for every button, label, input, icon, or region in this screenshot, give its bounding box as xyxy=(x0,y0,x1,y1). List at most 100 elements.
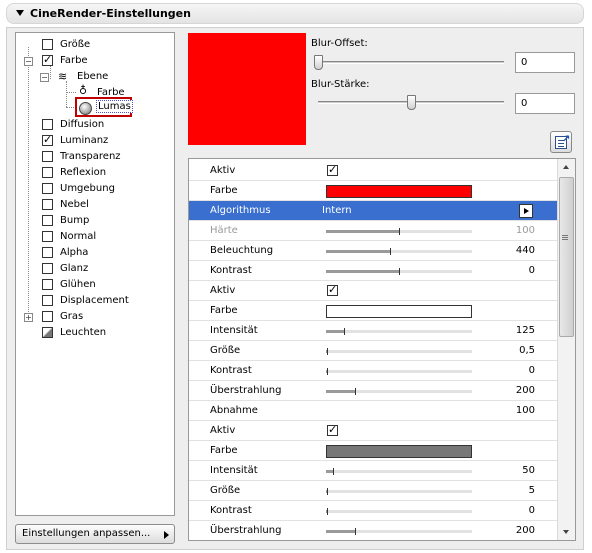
property-row[interactable]: Größe 0,5 xyxy=(189,341,559,361)
property-row[interactable]: Intensität 125 xyxy=(189,321,559,341)
property-value[interactable]: 100 xyxy=(516,405,535,416)
color-swatch[interactable] xyxy=(326,305,472,318)
tree-item-ebene[interactable]: − ≋ Ebene xyxy=(16,70,174,84)
property-value[interactable]: 0 xyxy=(529,265,535,276)
collapse-triangle-icon[interactable] xyxy=(16,10,24,16)
transparenz-checkbox[interactable] xyxy=(42,151,53,162)
color-swatch[interactable] xyxy=(326,445,472,458)
tree-item-reflexion[interactable]: Reflexion xyxy=(16,166,174,180)
value-slider[interactable] xyxy=(326,228,472,235)
property-row[interactable]: Härte 100 xyxy=(189,221,559,241)
value-slider[interactable] xyxy=(326,268,472,275)
property-row[interactable]: Intensität 50 xyxy=(189,461,559,481)
blur-offset-track[interactable] xyxy=(318,61,504,64)
value-slider[interactable] xyxy=(326,508,472,515)
value-slider[interactable] xyxy=(326,388,472,395)
nebel-checkbox[interactable] xyxy=(42,199,53,210)
property-value[interactable]: 0 xyxy=(529,365,535,376)
property-value[interactable]: 200 xyxy=(516,525,535,536)
value-slider[interactable] xyxy=(326,528,472,535)
property-row[interactable]: Algorithmus Intern xyxy=(189,201,559,221)
property-row[interactable]: Aktiv xyxy=(189,161,559,181)
property-value[interactable]: 200 xyxy=(516,385,535,396)
farbe-checkbox[interactable] xyxy=(42,53,53,66)
adjust-settings-button[interactable]: Einstellungen anpassen... xyxy=(15,524,175,544)
property-value[interactable]: 5 xyxy=(529,485,535,496)
scrollbar[interactable] xyxy=(557,159,575,540)
tree-item-luminanz[interactable]: Luminanz xyxy=(16,133,174,148)
value-slider[interactable] xyxy=(326,468,472,475)
tree-item-leuchten[interactable]: Leuchten xyxy=(16,326,174,340)
tree-item-gras[interactable]: + Gras xyxy=(16,310,174,324)
tree-item-gluehen[interactable]: Glühen xyxy=(16,278,174,292)
tree-item-farbe[interactable]: − Farbe xyxy=(16,53,174,68)
tree-item-glanz[interactable]: Glanz xyxy=(16,262,174,276)
tree-item-nebel[interactable]: Nebel xyxy=(16,198,174,212)
blur-strength-slider[interactable] xyxy=(407,95,416,110)
edit-icon[interactable]: ↗ xyxy=(550,131,572,153)
blur-strength-input[interactable]: 0 xyxy=(515,93,575,114)
property-row[interactable]: Abnahme 100 xyxy=(189,401,559,421)
tree-item-displacement[interactable]: Displacement xyxy=(16,294,174,308)
property-row[interactable]: Kontrast 0 xyxy=(189,361,559,381)
tree-item-bump[interactable]: Bump xyxy=(16,214,174,228)
property-value[interactable]: 125 xyxy=(516,325,535,336)
color-swatch[interactable] xyxy=(326,185,472,198)
property-value[interactable]: 100 xyxy=(516,225,535,236)
property-row[interactable]: Aktiv xyxy=(189,421,559,441)
luminanz-checkbox[interactable] xyxy=(42,133,53,146)
tree-item-label: Nebel xyxy=(60,199,89,210)
aktiv-checkbox[interactable] xyxy=(327,163,338,176)
normal-checkbox[interactable] xyxy=(42,231,53,242)
groesse-checkbox[interactable] xyxy=(42,39,53,50)
property-row[interactable]: Farbe xyxy=(189,181,559,201)
diffusion-checkbox[interactable] xyxy=(42,119,53,130)
glanz-checkbox[interactable] xyxy=(42,263,53,274)
aktiv-checkbox[interactable] xyxy=(327,423,338,436)
property-list[interactable]: Aktiv Farbe Algorithmus Intern Härte 100 Beleu… xyxy=(188,158,576,541)
blur-offset-slider[interactable] xyxy=(314,55,323,70)
alpha-checkbox[interactable] xyxy=(42,247,53,258)
property-row[interactable]: Beleuchtung 440 xyxy=(189,241,559,261)
property-row[interactable]: Kontrast 0 xyxy=(189,501,559,521)
property-value[interactable]: 50 xyxy=(522,465,535,476)
property-row[interactable]: Farbe xyxy=(189,441,559,461)
tree-item-lumas[interactable]: Lumas xyxy=(96,100,133,113)
bump-checkbox[interactable] xyxy=(42,215,53,226)
gluehen-checkbox[interactable] xyxy=(42,279,53,290)
scroll-thumb[interactable] xyxy=(559,177,574,337)
aktiv-checkbox[interactable] xyxy=(327,283,338,296)
reflexion-checkbox[interactable] xyxy=(42,167,53,178)
tree-item-groesse[interactable]: Größe xyxy=(16,38,174,52)
tree-item-normal[interactable]: Normal xyxy=(16,230,174,244)
displacement-checkbox[interactable] xyxy=(42,295,53,306)
tree-item-transparenz[interactable]: Transparenz xyxy=(16,150,174,164)
tree-item-diffusion[interactable]: Diffusion xyxy=(16,118,174,132)
property-value[interactable]: 0 xyxy=(529,505,535,516)
scroll-down-icon[interactable] xyxy=(558,524,575,540)
collapse-icon[interactable]: − xyxy=(24,57,33,66)
value-slider[interactable] xyxy=(326,248,472,255)
value-slider[interactable] xyxy=(326,368,472,375)
property-row[interactable]: Kontrast 0 xyxy=(189,261,559,281)
blur-offset-input[interactable]: 0 xyxy=(515,52,575,73)
umgebung-checkbox[interactable] xyxy=(42,183,53,194)
value-slider[interactable] xyxy=(326,348,472,355)
gras-checkbox[interactable] xyxy=(42,311,53,322)
property-row[interactable]: Überstrahlung 200 xyxy=(189,381,559,401)
expand-icon[interactable]: + xyxy=(24,313,33,322)
property-value[interactable]: 0,5 xyxy=(519,345,535,356)
property-row[interactable]: Aktiv xyxy=(189,281,559,301)
property-row[interactable]: Überstrahlung 200 xyxy=(189,521,559,540)
property-value[interactable]: 440 xyxy=(516,245,535,256)
value-slider[interactable] xyxy=(326,328,472,335)
collapse-icon[interactable]: − xyxy=(40,73,49,82)
dropdown-arrow-icon[interactable] xyxy=(519,204,533,218)
value-slider[interactable] xyxy=(326,488,472,495)
scroll-up-icon[interactable] xyxy=(558,159,575,175)
tree-item-umgebung[interactable]: Umgebung xyxy=(16,182,174,196)
tree-item-alpha[interactable]: Alpha xyxy=(16,246,174,260)
section-header[interactable]: CineRender-Einstellungen xyxy=(6,3,584,24)
property-row[interactable]: Größe 5 xyxy=(189,481,559,501)
property-row[interactable]: Farbe xyxy=(189,301,559,321)
